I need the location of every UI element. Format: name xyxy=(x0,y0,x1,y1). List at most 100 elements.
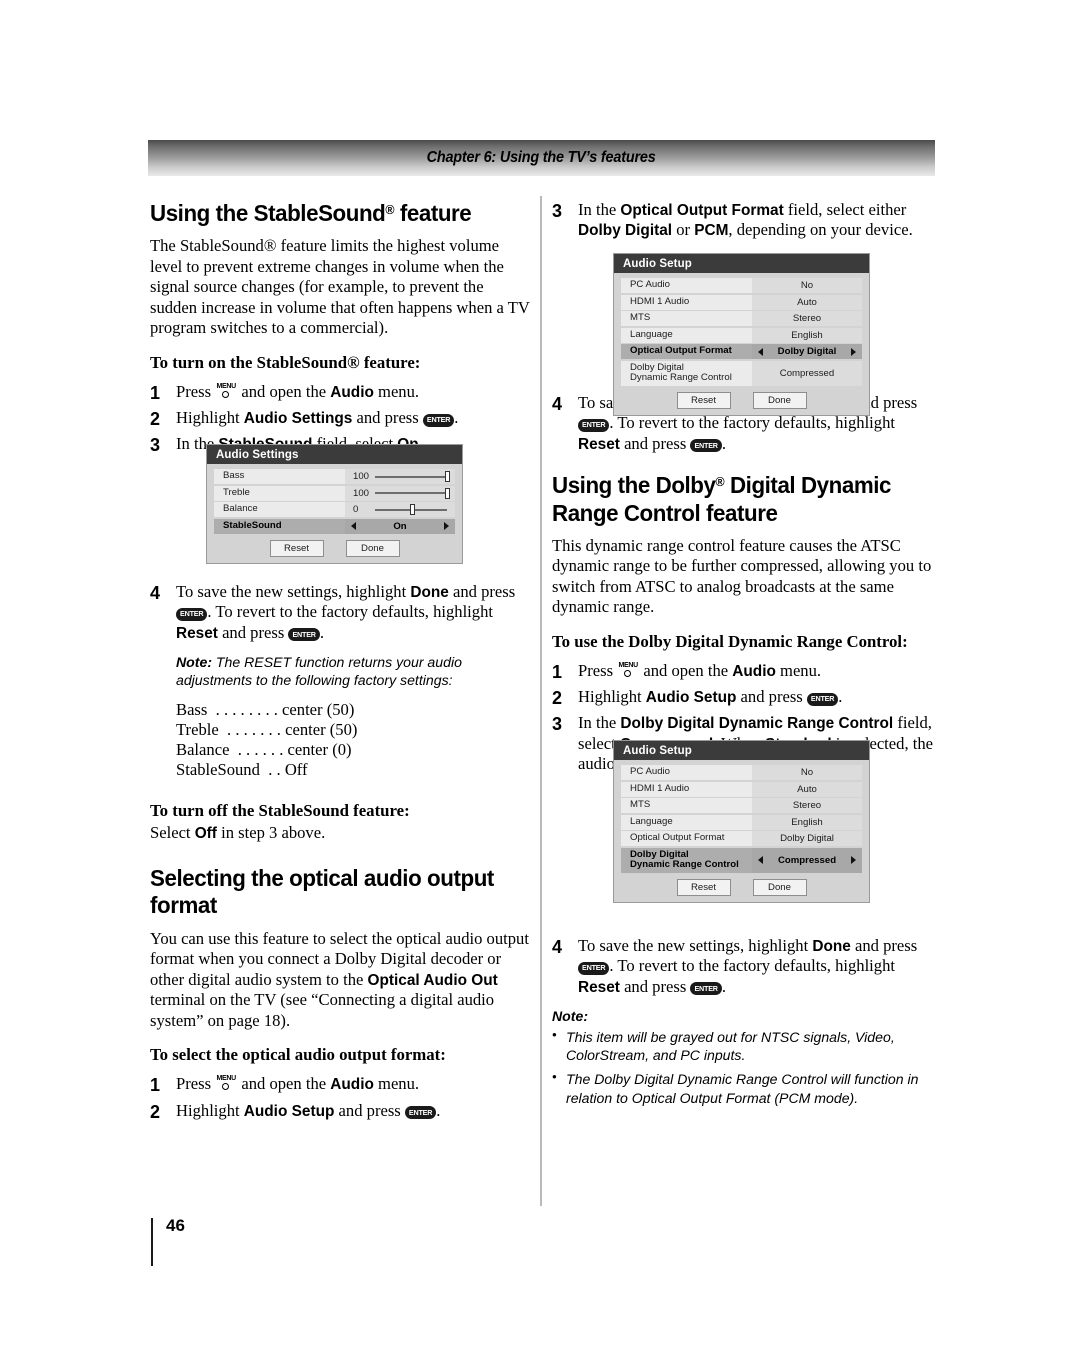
osd-rows: Bass 100 Treble 100 Balance 0 StableSoun… xyxy=(207,464,462,534)
osd-row-balance[interactable]: Balance 0 xyxy=(214,502,455,517)
note-text: The RESET function returns your audio ad… xyxy=(176,653,462,689)
osd-audio-setup-drc: Audio Setup PC Audio No HDMI 1 Audio Aut… xyxy=(613,740,870,903)
osd-row-dolby-drc[interactable]: Dolby Digital Dynamic Range Control Comp… xyxy=(621,360,862,386)
osd-row-value[interactable]: 0 xyxy=(345,502,455,517)
osd-row-mts[interactable]: MTS Stereo xyxy=(621,311,862,326)
enter-button-icon: ENTER xyxy=(691,983,721,995)
osd-row-value[interactable]: No xyxy=(752,765,862,780)
osd-row-mts[interactable]: MTS Stereo xyxy=(621,798,862,813)
factory-label: Treble xyxy=(176,719,219,739)
osd-row-bass[interactable]: Bass 100 xyxy=(214,469,455,484)
column-divider xyxy=(540,196,542,1206)
osd-row-label: MTS xyxy=(621,311,752,326)
step-number: 2 xyxy=(552,688,563,709)
arrow-left-icon[interactable] xyxy=(758,347,763,356)
osd-row-treble[interactable]: Treble 100 xyxy=(214,485,455,501)
done-button[interactable]: Done xyxy=(345,539,400,557)
osd-row-value[interactable]: Auto xyxy=(752,781,862,797)
arrow-right-icon[interactable] xyxy=(851,347,856,356)
reset-note: Note: The RESET function returns your au… xyxy=(176,653,532,690)
osd-row-hdmi1-audio[interactable]: HDMI 1 Audio Auto xyxy=(621,781,862,797)
osd-row-value[interactable]: Dolby Digital xyxy=(752,831,862,846)
step-1-left-b: 1 Press MENU and open the Audio menu. xyxy=(150,1074,532,1096)
arrow-right-icon[interactable] xyxy=(851,856,856,864)
factory-row: Balance . . . . . . center (0) xyxy=(176,740,532,760)
osd-row-value[interactable]: Stereo xyxy=(752,311,862,326)
osd-row-language[interactable]: Language English xyxy=(621,327,862,343)
reset-button[interactable]: Reset xyxy=(269,539,324,557)
slider-track[interactable] xyxy=(375,502,447,517)
r-step3-bold3: PCM xyxy=(694,222,729,240)
slider-line xyxy=(375,475,447,478)
done-button[interactable]: Done xyxy=(752,391,807,409)
optical-intro-b: terminal on the TV (see “Connecting a di… xyxy=(150,990,495,1030)
osd-panel: Audio Setup PC Audio No HDMI 1 Audio Aut… xyxy=(613,740,870,903)
step-number: 4 xyxy=(552,393,563,414)
step-text: Highlight Audio Settings and press ENTER… xyxy=(176,408,532,428)
enter-button-icon: ENTER xyxy=(691,440,721,452)
r-step1-bold: Audio xyxy=(732,663,776,681)
osd-row-pc-audio[interactable]: PC Audio No xyxy=(621,765,862,780)
arrow-left-icon[interactable] xyxy=(758,856,763,864)
r-step4b-b: and press xyxy=(850,935,918,955)
osd-row-value[interactable]: 100 xyxy=(345,485,455,501)
factory-label: StableSound xyxy=(176,760,260,780)
step-1-right: 1 Press MENU and open the Audio menu. xyxy=(552,661,934,683)
step-number: 3 xyxy=(552,201,563,221)
factory-value: center (50) xyxy=(282,699,355,719)
reset-button[interactable]: Reset xyxy=(676,878,731,896)
osd-panel: Audio Setup PC Audio No HDMI 1 Audio Aut… xyxy=(613,253,870,416)
factory-label: Bass xyxy=(176,699,208,719)
osd-value-text: Auto xyxy=(797,783,817,795)
menu-icon-circle xyxy=(222,1083,230,1091)
subhead-use-dolby-drc: To use the Dolby Digital Dynamic Range C… xyxy=(552,631,908,651)
section-title-stablesound-part2: feature xyxy=(394,200,472,226)
factory-settings-list: Bass . . . . . . . . center (50) Treble … xyxy=(176,700,532,781)
osd-row-pc-audio[interactable]: PC Audio No xyxy=(621,278,862,293)
osd-row-value[interactable]: Auto xyxy=(752,294,862,310)
s2-step2-mid: and press xyxy=(334,1100,405,1120)
osd-row-optical-output-format[interactable]: Optical Output Format Dolby Digital xyxy=(621,831,862,846)
slider-track[interactable] xyxy=(375,469,450,484)
osd-row-value[interactable]: No xyxy=(752,278,862,293)
osd-row-value[interactable]: Dolby Digital xyxy=(752,344,862,359)
reset-button[interactable]: Reset xyxy=(676,391,731,409)
osd-rows: PC Audio No HDMI 1 Audio Auto MTS Stereo… xyxy=(614,760,869,873)
r-step4b-a: To save the new settings, highlight xyxy=(578,935,813,955)
step4-done: Done xyxy=(410,583,449,601)
osd-row-language[interactable]: Language English xyxy=(621,814,862,830)
osd-row-value[interactable]: Stereo xyxy=(752,798,862,813)
osd-row-stablesound[interactable]: StableSound On xyxy=(214,518,455,534)
osd-value-text: Dolby Digital xyxy=(777,346,837,357)
step2-mid: and press xyxy=(352,408,423,428)
r-step4a-e: . xyxy=(721,433,726,453)
osd-row-value[interactable]: English xyxy=(752,814,862,830)
done-button[interactable]: Done xyxy=(752,878,807,896)
osd-row-value[interactable]: 100 xyxy=(345,469,455,484)
arrow-left-icon[interactable] xyxy=(351,522,356,530)
osd-row-value[interactable]: Compressed xyxy=(752,360,862,386)
osd-title: Audio Setup xyxy=(614,741,869,760)
osd-row-optical-output-format[interactable]: Optical Output Format Dolby Digital xyxy=(621,344,862,359)
slider-track[interactable] xyxy=(375,486,450,501)
osd-row-label: MTS xyxy=(621,798,752,813)
osd-title: Audio Settings xyxy=(207,445,462,464)
r-step3-mid2: or xyxy=(672,220,695,240)
osd-row-hdmi1-audio[interactable]: HDMI 1 Audio Auto xyxy=(621,294,862,310)
step1-bold: Audio xyxy=(330,383,374,401)
r-step2-pre: Highlight xyxy=(578,687,646,707)
s2-step1-pre: Press xyxy=(176,1074,216,1094)
slider-knob[interactable] xyxy=(444,487,450,499)
slider-knob[interactable] xyxy=(409,504,415,515)
step4-e: . xyxy=(319,622,324,642)
osd-row-value[interactable]: English xyxy=(752,327,862,343)
factory-row: Bass . . . . . . . . center (50) xyxy=(176,700,532,720)
osd-row-label-line2: Dynamic Range Control xyxy=(630,372,732,384)
osd-row-label: Optical Output Format xyxy=(621,344,752,359)
arrow-right-icon[interactable] xyxy=(444,522,449,530)
factory-row: Treble . . . . . . . center (50) xyxy=(176,720,532,740)
slider-knob[interactable] xyxy=(444,471,450,482)
osd-row-value[interactable]: On xyxy=(345,518,455,534)
osd-row-dolby-drc[interactable]: Dolby Digital Dynamic Range Control Comp… xyxy=(621,847,862,873)
osd-row-value[interactable]: Compressed xyxy=(752,847,862,873)
